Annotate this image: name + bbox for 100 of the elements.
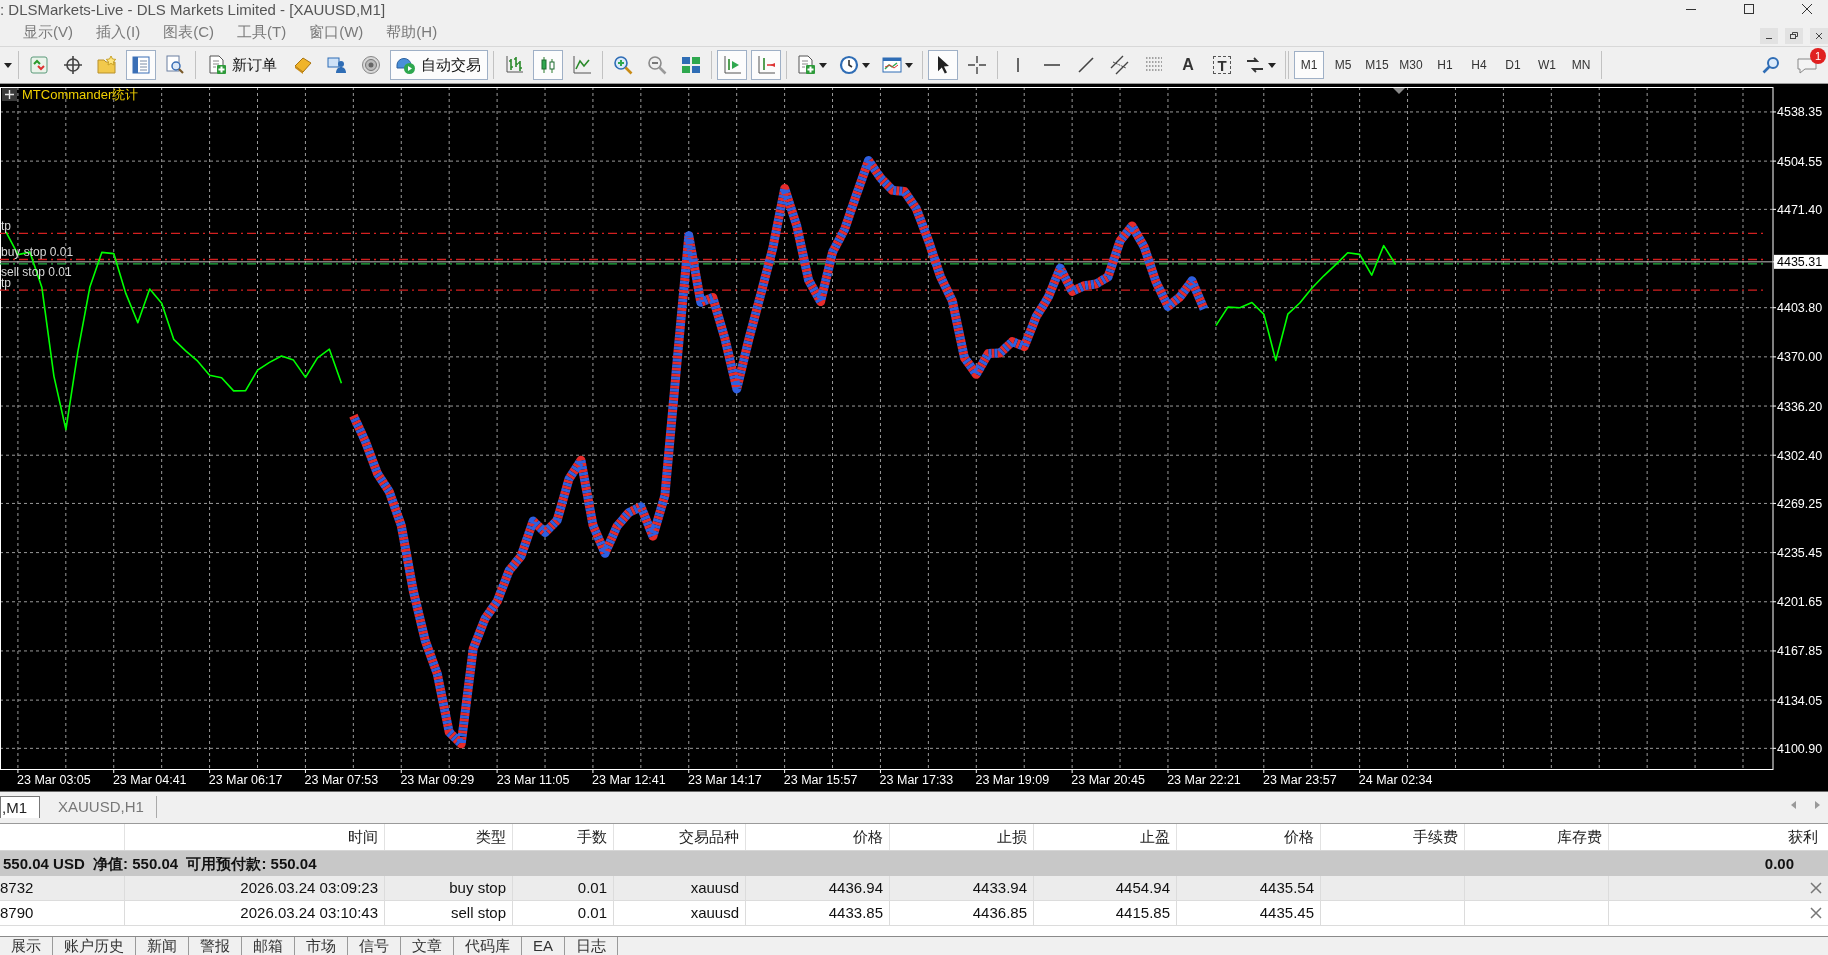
chat-bubble-icon[interactable] <box>1796 56 1818 74</box>
table-cell: 2026.03.24 03:10:43 <box>125 901 385 925</box>
terminal-tab[interactable]: 市场 <box>295 937 348 955</box>
time-axis-label: 23 Mar 09:29 <box>400 773 475 787</box>
price-axis-label: 4504.55 <box>1777 154 1823 169</box>
timeframe-button[interactable]: M5 <box>1328 51 1358 79</box>
timeframe-button[interactable]: MN <box>1566 51 1596 79</box>
document-plus-icon[interactable] <box>796 55 816 75</box>
chart-tab[interactable]: XAUUSD,H1 <box>46 796 157 818</box>
price-axis-label: 4302.40 <box>1777 448 1823 463</box>
toolbar-button[interactable]: 新订单 <box>201 50 284 80</box>
terminal-tab[interactable]: 新闻 <box>136 937 189 955</box>
search-icon[interactable] <box>1762 56 1780 74</box>
terminal-tab[interactable]: 展示 <box>0 937 53 955</box>
scroll-left-icon[interactable] <box>1791 801 1796 809</box>
table-cell: xauusd <box>614 901 746 925</box>
order-level-label: tp <box>1 219 11 234</box>
indicator-label: MTCommander统计 <box>22 87 139 102</box>
table-cell: 0.01 <box>513 901 614 925</box>
text-label-tool-button[interactable]: T <box>1207 50 1237 80</box>
price-axis-label: 4201.65 <box>1777 595 1823 610</box>
triangle-marker-icon[interactable] <box>1393 88 1405 94</box>
play-circle-icon[interactable] <box>396 55 416 75</box>
column-header[interactable]: 交易品种 <box>614 824 746 850</box>
terminal-tab[interactable]: 信号 <box>348 937 401 955</box>
chart-tab[interactable]: ,M1 <box>0 796 40 818</box>
price-axis-label: 4235.45 <box>1777 546 1823 561</box>
terminal-tab[interactable]: 账户历史 <box>53 937 136 955</box>
table-cell: 4433.94 <box>890 876 1034 900</box>
restore-icon[interactable] <box>1785 28 1803 44</box>
column-header[interactable]: 手数 <box>513 824 614 850</box>
close-icon[interactable] <box>1801 3 1813 15</box>
time-axis-label: 23 Mar 12:41 <box>592 773 666 787</box>
column-header[interactable]: 时间 <box>125 824 385 850</box>
price-axis-label: 4134.05 <box>1777 693 1823 708</box>
account-summary: 550.04 USD 净值: 550.04 可用预付款: 550.04 <box>2 854 317 874</box>
timeframe-button[interactable]: W1 <box>1532 51 1562 79</box>
caret-icon[interactable] <box>862 62 870 68</box>
table-cell: 2026.03.24 03:09:23 <box>125 876 385 900</box>
terminal-tab[interactable]: 警报 <box>189 937 242 955</box>
plus-icon[interactable] <box>2 88 17 101</box>
menu-item[interactable]: 工具(T) <box>237 22 287 42</box>
text-tool-button[interactable]: A <box>1173 50 1203 80</box>
terminal-tab[interactable]: 邮箱 <box>242 937 295 955</box>
price-axis-label: 4538.35 <box>1777 105 1823 120</box>
price-axis-label: 4403.80 <box>1777 301 1823 316</box>
column-header[interactable]: 库存费 <box>1465 824 1609 850</box>
terminal-tab[interactable]: 代码库 <box>454 937 522 955</box>
column-header[interactable]: 获利 <box>1609 824 1828 850</box>
table-cell: 0.01 <box>513 876 614 900</box>
table-cell: 4454.94 <box>1034 876 1177 900</box>
menu-item[interactable]: 图表(C) <box>163 22 214 42</box>
timeframe-button[interactable]: M1 <box>1294 51 1324 79</box>
order-level-label: tp <box>1 276 11 291</box>
caret-icon[interactable] <box>1268 62 1276 68</box>
order-level-line[interactable] <box>0 289 1766 291</box>
document-plus-icon[interactable] <box>207 55 227 75</box>
column-header[interactable]: 止损 <box>890 824 1034 850</box>
timeframe-button[interactable]: D1 <box>1498 51 1528 79</box>
clock-icon[interactable] <box>839 55 859 75</box>
toolbar-button[interactable]: 自动交易 <box>390 50 488 80</box>
price-axis-label: 4336.20 <box>1777 399 1823 414</box>
table-cell: buy stop <box>385 876 513 900</box>
caret-icon[interactable] <box>819 62 827 68</box>
caret-icon[interactable] <box>905 62 913 68</box>
order-level-line[interactable] <box>0 232 1766 234</box>
terminal-tab[interactable]: EA <box>522 937 565 955</box>
arrows-icon[interactable] <box>1245 55 1265 75</box>
timeframe-button[interactable]: M15 <box>1362 51 1392 79</box>
close-icon[interactable] <box>1810 28 1828 44</box>
price-axis-label: 4167.85 <box>1777 644 1823 659</box>
table-cell: 4433.85 <box>746 901 890 925</box>
terminal-tab[interactable]: 文章 <box>401 937 454 955</box>
maximize-icon[interactable] <box>1743 3 1755 15</box>
menu-item[interactable]: 插入(I) <box>96 22 141 42</box>
order-level-line[interactable] <box>0 258 1766 261</box>
chart-window-icon[interactable] <box>882 55 902 75</box>
timeframe-button[interactable]: M30 <box>1396 51 1426 79</box>
notification-badge[interactable]: 1 <box>1810 48 1826 64</box>
timeframe-button[interactable]: H1 <box>1430 51 1460 79</box>
time-axis-label: 23 Mar 23:57 <box>1262 773 1337 787</box>
table-cell: sell stop <box>385 901 513 925</box>
time-axis-label: 23 Mar 19:09 <box>975 773 1050 787</box>
table-cell: 4436.94 <box>746 876 890 900</box>
column-header[interactable]: 类型 <box>385 824 513 850</box>
menu-item[interactable]: 显示(V) <box>23 22 73 42</box>
table-cell: 4415.85 <box>1034 901 1177 925</box>
menu-item[interactable]: 窗口(W) <box>309 22 364 42</box>
time-axis-label: 23 Mar 14:17 <box>687 773 762 787</box>
time-axis-label: 23 Mar 03:05 <box>17 773 91 787</box>
timeframe-button[interactable]: H4 <box>1464 51 1494 79</box>
caret-icon[interactable] <box>4 62 12 68</box>
column-header[interactable]: 价格 <box>746 824 890 850</box>
column-header[interactable]: 手续费 <box>1321 824 1465 850</box>
order-level-line[interactable] <box>0 263 1766 265</box>
scroll-right-icon[interactable] <box>1815 801 1820 809</box>
column-header[interactable]: 止盈 <box>1034 824 1177 850</box>
menu-item[interactable]: 帮助(H) <box>386 22 438 42</box>
terminal-tab[interactable]: 日志 <box>565 937 618 955</box>
column-header[interactable]: 价格 <box>1177 824 1321 850</box>
